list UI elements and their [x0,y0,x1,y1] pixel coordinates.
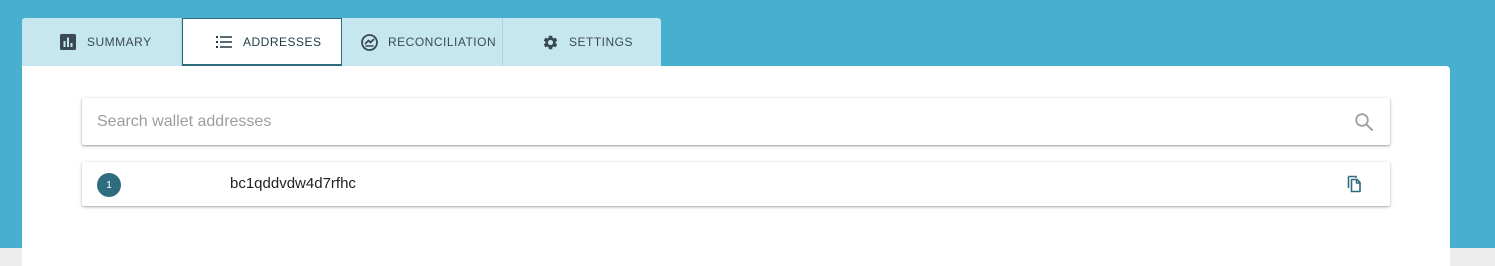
tab-label: ADDRESSES [243,34,322,49]
tab-addresses[interactable]: ADDRESSES [182,18,342,66]
search-input[interactable] [97,98,1337,145]
tab-label: SETTINGS [569,35,634,49]
tab-settings[interactable]: SETTINGS [503,18,661,66]
reconciliation-icon [360,33,378,51]
list-item: 1 bc1qddvdw4d7rfhc [82,162,1390,206]
list-icon [215,33,233,51]
index-badge: 1 [97,173,121,197]
addresses-panel: 1 bc1qddvdw4d7rfhc [22,66,1450,266]
search-icon[interactable] [1354,112,1374,132]
search-bar [82,98,1390,145]
tab-label: SUMMARY [87,35,152,49]
tab-bar: SUMMARY ADDRESSES RECONCILIATION SETTING… [22,18,661,66]
tab-summary[interactable]: SUMMARY [22,18,182,66]
tab-label: RECONCILIATION [388,35,497,49]
bar-chart-icon [59,33,77,51]
gear-icon [541,33,559,51]
wallet-address: bc1qddvdw4d7rfhc [230,175,356,192]
copy-icon[interactable] [1345,174,1363,194]
tab-reconciliation[interactable]: RECONCILIATION [342,18,503,66]
